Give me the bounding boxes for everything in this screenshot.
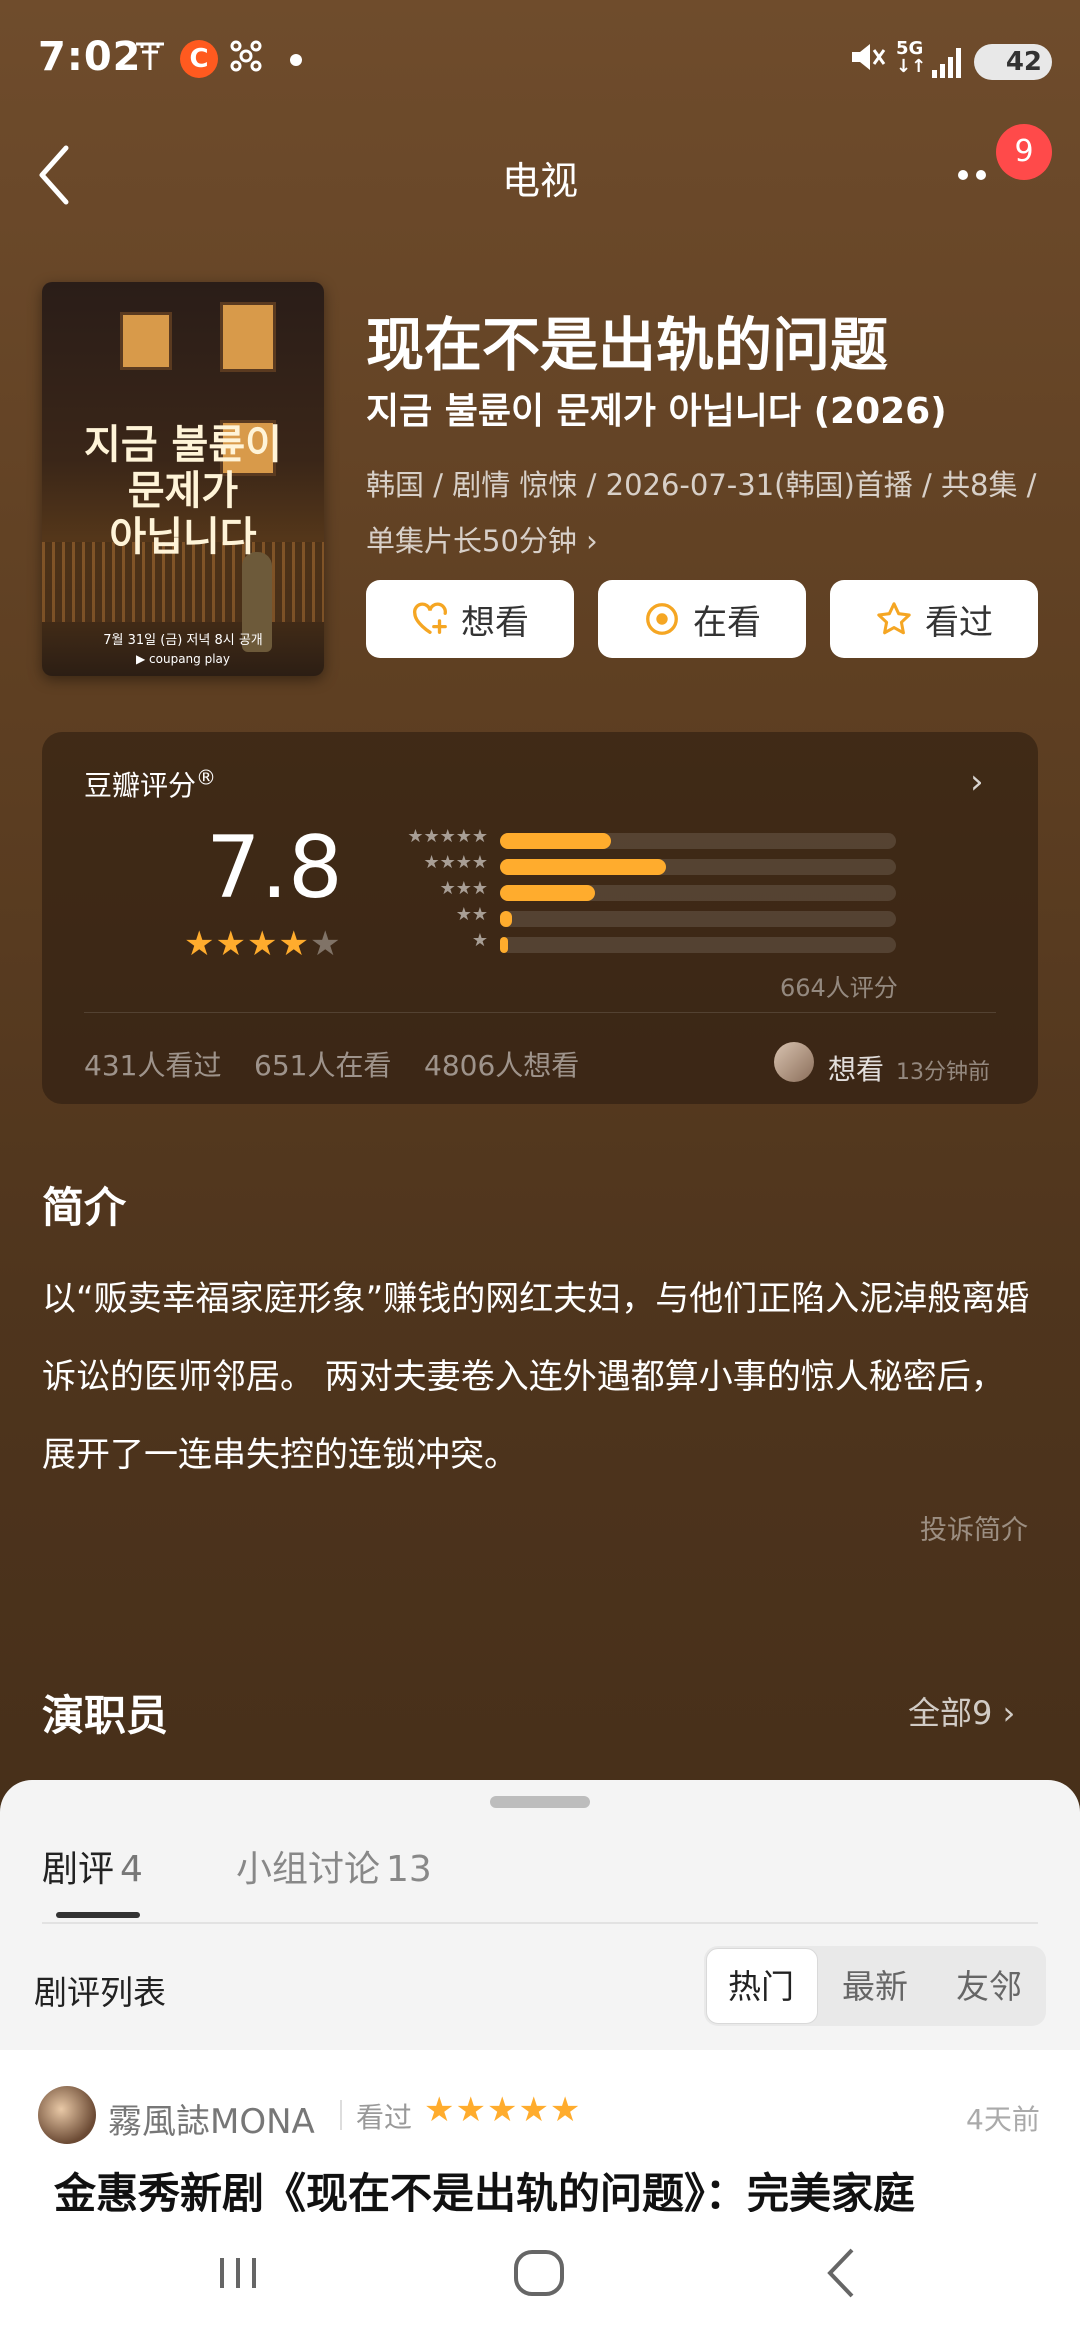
rating-bar-stars: ★★★★ [423, 852, 488, 873]
tab-indicator [56, 1912, 140, 1918]
tab-reviews[interactable]: 剧评 4 [42, 1840, 143, 1892]
watched-count: 431人看过 [84, 1049, 222, 1082]
review-stars: ★★★★★ [424, 2090, 582, 2130]
t-logo-icon [132, 38, 168, 83]
c-app-icon: C [180, 40, 218, 78]
rating-bar-track [500, 833, 896, 849]
cast-all-link[interactable]: 全部9 › [908, 1688, 1015, 1734]
home-icon[interactable] [508, 2238, 572, 2308]
star-outline-icon [877, 602, 911, 635]
review-username[interactable]: 霧風誌MONA [108, 2094, 315, 2143]
report-intro-link[interactable]: 投诉简介 [920, 1508, 1028, 1547]
network-icon [228, 38, 264, 83]
star-icon: ★ [246, 924, 279, 964]
rating-bar-fill [500, 911, 512, 927]
back-icon[interactable] [812, 2238, 872, 2308]
drag-handle[interactable] [490, 1796, 590, 1808]
want-label: 想看 [461, 602, 529, 643]
rating-bar-stars: ★★★ [439, 878, 488, 899]
want-button[interactable]: 想看 [366, 580, 574, 658]
divider [340, 2100, 342, 2130]
tab-label: 小组讨论 [236, 1849, 381, 1890]
tab-count: 13 [386, 1849, 432, 1890]
rating-bar-fill [500, 937, 508, 953]
watching-count: 651人在看 [254, 1049, 392, 1082]
dot-icon [290, 54, 302, 66]
rating-bar-fill [500, 859, 667, 875]
rating-bar-row: ★ [388, 930, 900, 956]
poster-brand-logo: ▶ coupang play [135, 652, 230, 666]
show-meta: 韩国 / 剧情 惊悚 / 2026-07-31(韩国)首播 / 共8集 / [366, 468, 1037, 502]
poster-image[interactable]: 지금 불륜이 문제가 아닙니다 7월 31일 (금) 저녁 8시 공개 ▶ co… [42, 282, 324, 676]
poster-title-line: 문제가 [127, 468, 239, 514]
tab-label: 剧评 [42, 1849, 115, 1890]
segment-latest[interactable]: 最新 [842, 1960, 908, 2008]
review-list-title: 剧评列表 [34, 1973, 166, 2012]
rating-label: 豆瓣评分® [84, 765, 217, 802]
rating-bar-row: ★★★★ [388, 852, 900, 878]
status-time: 7:02 [38, 34, 142, 80]
avatar[interactable] [38, 2086, 96, 2144]
rating-bar-fill [500, 833, 611, 849]
chevron-right-icon[interactable]: › [970, 762, 984, 802]
mute-icon [848, 38, 886, 85]
rating-bar-fill [500, 885, 596, 901]
battery-icon: 42 [974, 44, 1052, 80]
star-icon: ★ [184, 924, 216, 964]
show-title: 现在不是出轨的问题 [366, 311, 889, 379]
watching-label: 在看 [693, 602, 761, 643]
watching-button[interactable]: 在看 [598, 580, 806, 658]
rating-bar-track [500, 911, 896, 927]
avatar[interactable] [774, 1042, 814, 1082]
page-title: 电视 [501, 159, 578, 203]
tab-count: 4 [120, 1849, 143, 1890]
cast-heading: 演职员 [42, 1691, 169, 1740]
rating-score: 7.8 [206, 818, 343, 918]
rating-bar-stars: ★ [471, 930, 488, 951]
star-icon: ★ [309, 924, 342, 964]
signal-icon [930, 44, 966, 84]
heart-plus-icon [413, 602, 447, 634]
show-meta-more[interactable]: 单集片长50分钟 › [366, 518, 598, 560]
watched-label: 看过 [925, 602, 993, 643]
poster-title-line: 아닙니다 [109, 514, 257, 560]
5g-icon: 5G ↓↑ [896, 38, 927, 77]
watched-button[interactable]: 看过 [830, 580, 1038, 658]
recent-activity-time: 13分钟前 [896, 1060, 990, 1085]
want-count: 4806人想看 [424, 1049, 580, 1082]
intro-heading: 简介 [42, 1183, 127, 1232]
rating-bar-row: ★★★ [388, 878, 900, 904]
star-icon: ★ [215, 924, 247, 964]
segment-hot[interactable]: 热门 [728, 1960, 794, 2008]
star-icon: ★ [278, 924, 310, 964]
rating-bar-stars: ★★ [455, 904, 488, 925]
review-status: 看过 [356, 2101, 413, 2134]
rating-bar-track [500, 885, 896, 901]
rating-bar-row: ★★ [388, 904, 900, 930]
show-original-title: 지금 불륜이 문제가 아닙니다 (2026) [366, 391, 947, 432]
recent-apps-icon[interactable] [208, 2238, 268, 2308]
intro-text: 以“贩卖幸福家庭形象”赚钱的网红夫妇，与他们正陷入泥淖般离婚诉讼的医师邻居。 两… [42, 1279, 1030, 1475]
rating-bar-stars: ★★★★★ [407, 826, 488, 847]
tab-group-discussion[interactable]: 小组讨论 13 [236, 1840, 432, 1892]
recent-activity-label: 想看 [828, 1053, 885, 1086]
rating-bar-row: ★★★★★ [388, 826, 900, 852]
target-icon [646, 603, 678, 635]
poster-date: 7월 31일 (금) 저녁 8시 공개 [103, 633, 263, 648]
notification-badge[interactable]: 9 [996, 124, 1052, 180]
rating-stars: ★★★★★ [184, 924, 341, 964]
poster-title-line: 지금 불륜이 [84, 422, 282, 468]
divider [84, 1012, 996, 1013]
rating-count: 664人评分 [780, 974, 898, 1002]
review-time: 4天前 [966, 2103, 1040, 2136]
segment-friends[interactable]: 友邻 [956, 1960, 1022, 2008]
rating-bar-track [500, 859, 896, 875]
rating-bar-track [500, 937, 896, 953]
divider [42, 1922, 1038, 1924]
